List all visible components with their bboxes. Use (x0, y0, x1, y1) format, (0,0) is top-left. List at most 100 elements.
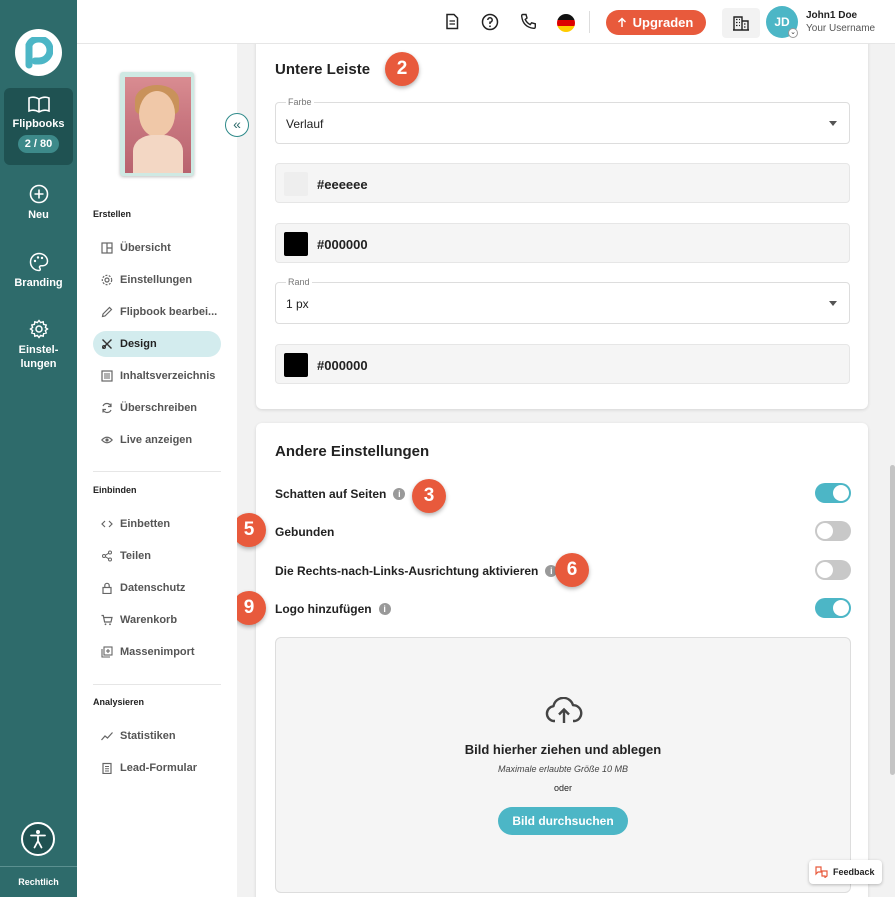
nav-section-title: Einbinden (93, 485, 137, 495)
nav-item-design[interactable]: Design (93, 331, 221, 357)
list-icon (101, 370, 113, 382)
refresh-icon (102, 402, 112, 414)
color-input-1[interactable]: #eeeeee (275, 163, 850, 203)
color-swatch[interactable] (284, 232, 308, 256)
nav-item-label: Statistiken (120, 730, 176, 742)
chevron-down-icon[interactable]: ⌄ (788, 28, 798, 38)
user-username: Your Username (806, 23, 876, 34)
code-icon (101, 520, 113, 528)
rail-item-flipbooks[interactable]: Flipbooks 2 / 80 (4, 88, 73, 165)
phone-icon[interactable] (520, 13, 537, 30)
document-icon[interactable] (444, 13, 460, 30)
step-badge: 2 (385, 52, 419, 86)
upgrade-button[interactable]: Upgraden (606, 10, 706, 35)
rail-item-new[interactable]: Neu (4, 184, 73, 222)
nav-item-overwrite[interactable]: Überschreiben (93, 395, 221, 421)
color-input-2[interactable]: #000000 (275, 223, 850, 263)
toggle-label: Die Rechts-nach-Links-Ausrichtung aktivi… (275, 564, 539, 578)
nav-item-lead-form[interactable]: Lead-Formular (93, 755, 221, 781)
design-tools-icon (102, 339, 112, 349)
toggle-label: Schatten auf Seiten (275, 487, 387, 501)
nav-item-settings[interactable]: Einstellungen (93, 267, 221, 293)
main-content: Untere Leiste 2 Farbe Verlauf #eeeeee #0… (237, 44, 895, 897)
select-value: Verlauf (286, 117, 324, 131)
toggle-row-page-shadow: Schatten auf Seiten i (275, 487, 406, 501)
border-color-input[interactable]: #000000 (275, 344, 850, 384)
nav-item-label: Lead-Formular (120, 762, 198, 774)
scrollbar[interactable] (890, 465, 895, 775)
nav-item-embed[interactable]: Einbetten (93, 511, 221, 537)
nav-item-label: Einstellungen (120, 274, 193, 286)
nav-item-label: Datenschutz (120, 582, 186, 594)
accessibility-button[interactable] (21, 822, 55, 856)
page-shadow-toggle[interactable] (815, 483, 851, 503)
chart-line-icon (101, 732, 113, 741)
upgrade-label: Upgraden (632, 15, 694, 30)
browse-image-button[interactable]: Bild durchsuchen (498, 807, 628, 835)
color-swatch[interactable] (284, 353, 308, 377)
rail-item-branding[interactable]: Branding (4, 252, 73, 290)
color-hex-value: #000000 (317, 358, 368, 373)
rtl-toggle[interactable] (815, 560, 851, 580)
nav-item-overview[interactable]: Übersicht (93, 235, 221, 261)
bound-toggle[interactable] (815, 521, 851, 541)
top-bar: Upgraden JD ⌄ John1 Doe Your Username (77, 0, 895, 44)
step-badge: 5 (237, 513, 266, 547)
feedback-button[interactable]: Feedback (809, 860, 882, 884)
dropzone-title: Bild hierher ziehen und ablegen (464, 742, 662, 757)
help-icon[interactable] (481, 13, 499, 31)
nav-item-live-view[interactable]: Live anzeigen (93, 427, 221, 453)
app-rail: Flipbooks 2 / 80 Neu Branding Einstel-lu… (0, 0, 77, 897)
toggle-label: Gebunden (275, 525, 335, 539)
toggle-row-logo: Logo hinzufügen i (275, 602, 391, 616)
nav-item-share[interactable]: Teilen (93, 543, 221, 569)
organization-button[interactable] (722, 8, 760, 38)
legal-link[interactable]: Rechtlich (0, 877, 77, 887)
nav-item-label: Warenkorb (120, 614, 178, 626)
layout-icon (101, 242, 113, 254)
section-title: Andere Einstellungen (275, 443, 430, 460)
cloud-upload-icon (545, 697, 583, 723)
flipbook-thumbnail[interactable] (120, 72, 194, 176)
topbar-divider (589, 11, 590, 33)
border-width-select[interactable]: Rand 1 px (275, 277, 850, 324)
color-swatch[interactable] (284, 172, 308, 196)
nav-divider (93, 684, 221, 685)
eye-icon (101, 436, 113, 444)
nav-item-toc[interactable]: Inhaltsverzeichnis (93, 363, 221, 389)
lower-bar-card: Untere Leiste 2 Farbe Verlauf #eeeeee #0… (256, 44, 868, 409)
plus-circle-icon (29, 184, 48, 204)
color-mode-select[interactable]: Farbe Verlauf (275, 97, 850, 144)
app-logo[interactable] (15, 29, 62, 76)
dropdown-arrow-icon (829, 121, 837, 126)
book-open-icon (27, 96, 50, 113)
language-flag-de[interactable] (557, 14, 575, 32)
field-label: Farbe (286, 97, 314, 107)
info-icon[interactable]: i (378, 603, 391, 615)
step-badge: 3 (412, 479, 446, 513)
user-name: John1 Doe (806, 10, 858, 21)
logo-dropzone[interactable]: Bild hierher ziehen und ablegen Maximale… (275, 637, 851, 893)
accessibility-icon (30, 830, 46, 849)
color-hex-value: #000000 (317, 237, 368, 252)
toggle-knob (817, 562, 833, 578)
gear-icon (101, 274, 113, 286)
color-hex-value: #eeeeee (317, 177, 368, 192)
toggle-row-rtl: Die Rechts-nach-Links-Ausrichtung aktivi… (275, 564, 558, 578)
logo-mark-icon (25, 37, 53, 69)
nav-item-privacy[interactable]: Datenschutz (93, 575, 221, 601)
nav-item-bulk-import[interactable]: Massenimport (93, 639, 221, 665)
info-icon[interactable]: i (393, 488, 406, 500)
toggle-knob (817, 523, 833, 539)
feedback-label: Feedback (833, 867, 875, 877)
nav-item-label: Flipbook bearbei... (120, 306, 218, 318)
feedback-icon (815, 866, 828, 878)
nav-item-edit-flipbook[interactable]: Flipbook bearbei... (93, 299, 221, 325)
nav-item-statistics[interactable]: Statistiken (93, 723, 221, 749)
nav-item-cart[interactable]: Warenkorb (93, 607, 221, 633)
import-icon (101, 646, 113, 658)
nav-item-label: Inhaltsverzeichnis (120, 370, 216, 382)
add-logo-toggle[interactable] (815, 598, 851, 618)
rail-flipbooks-label: Flipbooks (12, 118, 65, 130)
rail-item-settings[interactable]: Einstel-lungen (4, 319, 73, 371)
